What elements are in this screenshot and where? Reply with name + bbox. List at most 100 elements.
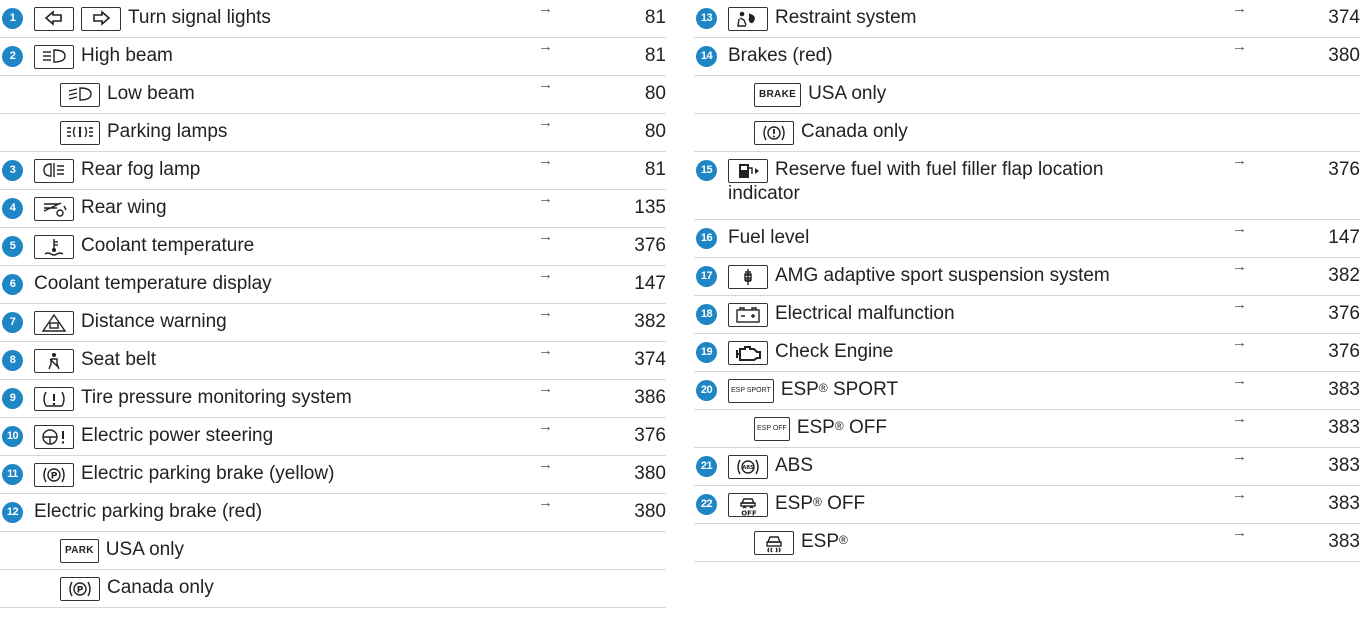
esp-car-skid-icon [754,531,794,555]
legend-row: 15 Reserve fuel with fuel filler flap loc… [694,152,1360,220]
parking-lamps-icon [60,121,100,145]
entry-label: Low beam [107,83,195,104]
legend-row: P Canada only [0,570,666,608]
legend-row: 7 Distance warning → 382 [0,304,666,342]
legend-entry: Tire pressure monitoring system [34,386,466,411]
item-number-badge: 20 [696,380,717,401]
page-number-link[interactable]: 80 [645,82,666,106]
page-number-link[interactable]: 383 [1328,378,1360,402]
page-number-link[interactable]: 383 [1328,454,1360,478]
entry-label: Coolant temperature [81,235,255,256]
page-number-link[interactable]: 382 [634,310,666,334]
svg-text:P: P [51,472,58,482]
legend-entry: Reserve fuel with fuel filler flap locat… [728,158,1160,206]
entry-label-suffix: OFF [843,417,887,438]
legend-entry: High beam [34,44,466,69]
tire-pressure-icon [34,387,74,411]
abs-icon: ABS [728,455,768,479]
legend-entry: Parking lamps [60,120,466,145]
legend-row: 13 Restraint system → 374 [694,0,1360,38]
page-reference-arrow: → [538,190,553,207]
legend-row: 3 Rear fog lamp → 81 [0,152,666,190]
low-beam-icon [60,83,100,107]
item-number-badge: 8 [2,350,23,371]
page-number-link[interactable]: 81 [645,6,666,30]
page-number-link[interactable]: 374 [1328,6,1360,30]
legend-entry: Brakes (red) [728,44,1160,68]
legend-entry: OFF ESP® OFF [728,492,1160,517]
page-number-link[interactable]: 147 [634,272,666,296]
page-reference-arrow: → [1232,486,1247,503]
legend-entry: Canada only [754,120,1160,145]
entry-label: Rear fog lamp [81,159,201,180]
page-number-link[interactable]: 80 [645,120,666,144]
page-reference-arrow: → [538,342,553,359]
item-number-badge: 6 [2,274,23,295]
item-number-badge: 21 [696,456,717,477]
legend-row: 4 Rear wing → 135 [0,190,666,228]
entry-label: Seat belt [81,349,156,370]
brake-warning-icon [754,121,794,145]
legend-row: Parking lamps → 80 [0,114,666,152]
page-reference-arrow: → [1232,372,1247,389]
legend-entry: AMG adaptive sport suspension system [728,264,1160,289]
page-reference-arrow: → [538,494,553,511]
entry-label: High beam [81,45,173,66]
entry-label: Fuel level [728,227,810,248]
page-number-link[interactable]: 376 [1328,302,1360,326]
page-number-link[interactable]: 376 [1328,158,1360,182]
esp-off-car-icon: OFF [728,493,768,517]
entry-label: ESP [775,493,814,514]
page-number-link[interactable]: 380 [1328,44,1360,68]
page-number-link[interactable]: 135 [634,196,666,220]
page-number-link[interactable]: 147 [1328,226,1360,250]
page-number-link[interactable]: 81 [645,44,666,68]
page-reference-arrow: → [538,266,553,283]
page-reference-arrow: → [1232,448,1247,465]
page-number-link[interactable]: 380 [634,462,666,486]
entry-label: Electrical malfunction [775,303,955,324]
page-number-link[interactable]: 386 [634,386,666,410]
legend-entry: BRAKE USA only [754,82,1160,107]
page-number-link[interactable]: 383 [1328,416,1360,440]
legend-entry: Seat belt [34,348,466,373]
page-reference-arrow: → [538,38,553,55]
page-reference-arrow: → [1232,258,1247,275]
page-reference-arrow: → [538,76,553,93]
entry-label: ESP [780,379,819,400]
turn-signal-left-icon [34,7,74,31]
legend-row: Low beam → 80 [0,76,666,114]
page-number-link[interactable]: 376 [634,234,666,258]
rear-fog-lamp-icon [34,159,74,183]
page-reference-arrow: → [538,114,553,131]
legend-row: 6 Coolant temperature display → 147 [0,266,666,304]
page-reference-arrow: → [1232,524,1247,541]
item-number-badge: 15 [696,160,717,181]
page-number-link[interactable]: 382 [1328,264,1360,288]
page-number-link[interactable]: 81 [645,158,666,182]
item-number-badge: 11 [2,464,23,485]
page-number-link[interactable]: 376 [634,424,666,448]
item-number-badge: 19 [696,342,717,363]
seat-belt-icon [34,349,74,373]
legend-row: PARK USA only [0,532,666,570]
page-number-link[interactable]: 376 [1328,340,1360,364]
page-number-link[interactable]: 374 [634,348,666,372]
legend-entry: Rear wing [34,196,466,221]
entry-label: AMG adaptive sport suspension system [775,265,1110,286]
legend-entry: Rear fog lamp [34,158,466,183]
distance-warning-icon [34,311,74,335]
page-reference-arrow: → [538,418,553,435]
item-number-badge: 10 [2,426,23,447]
legend-row: 18 Electrical malfunction → 376 [694,296,1360,334]
page-number-link[interactable]: 380 [634,500,666,524]
legend-row: 16 Fuel level → 147 [694,220,1360,258]
page-reference-arrow: → [1232,410,1247,427]
page-reference-arrow: → [1232,38,1247,55]
esp-sport-text-icon: ESP SPORT [728,379,774,403]
svg-text:P: P [77,586,84,596]
legend-entry: P Electric parking brake (yellow) [34,462,466,487]
page-number-link[interactable]: 383 [1328,530,1360,554]
legend-row: 14 Brakes (red) → 380 [694,38,1360,76]
page-number-link[interactable]: 383 [1328,492,1360,516]
